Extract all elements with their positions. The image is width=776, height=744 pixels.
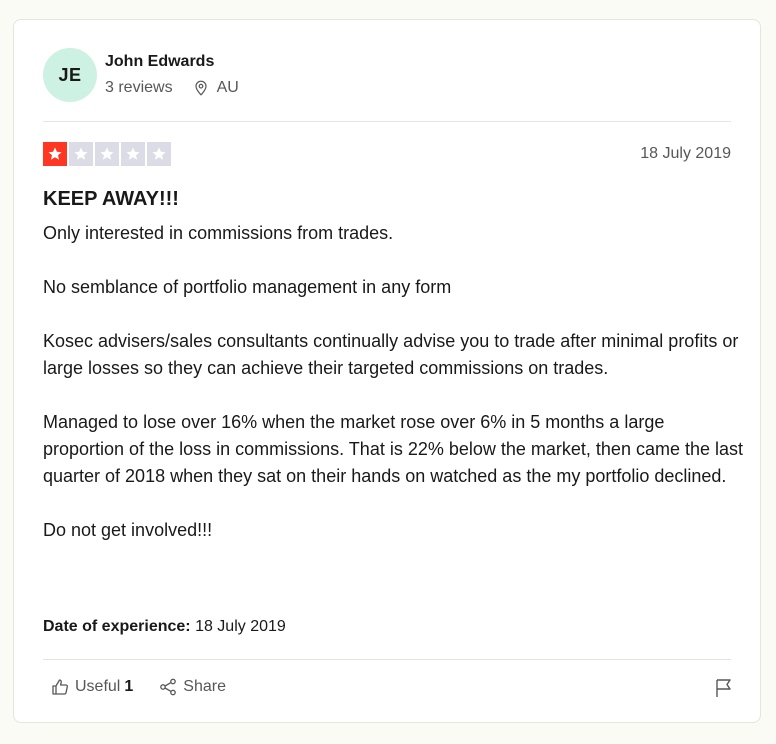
star-rating [43, 142, 171, 166]
useful-count: 1 [124, 678, 134, 695]
share-icon [160, 678, 177, 696]
header-divider [43, 121, 731, 122]
review-paragraph: Do not get involved!!! [43, 520, 213, 540]
useful-label: Useful [75, 678, 121, 695]
location-pin-icon [194, 80, 207, 96]
report-flag-button[interactable] [715, 678, 733, 703]
date-of-experience: Date of experience: 18 July 2019 [43, 617, 286, 637]
consumer-name[interactable]: John Edwards [105, 52, 239, 72]
star-icon [147, 142, 171, 166]
star-icon [43, 142, 67, 166]
avatar[interactable]: JE [43, 48, 97, 102]
star-icon [69, 142, 93, 166]
consumer-header: JE John Edwards 3 reviews AU [43, 48, 239, 102]
country-code: AU [216, 79, 239, 96]
consumer-location: AU [193, 78, 239, 98]
consumer-meta: 3 reviews AU [105, 78, 239, 98]
review-count: 3 reviews [105, 79, 173, 96]
review-paragraph: Managed to lose over 16% when the market… [43, 412, 744, 486]
review-paragraph: No semblance of portfolio management in … [43, 277, 452, 297]
experience-label: Date of experience: [43, 618, 191, 635]
review-paragraph: Kosec advisers/sales consultants continu… [43, 331, 739, 378]
footer-divider [43, 659, 731, 660]
rating-row: 18 July 2019 [43, 142, 731, 166]
useful-button[interactable]: Useful 1 [51, 678, 133, 696]
experience-date: 18 July 2019 [195, 618, 286, 635]
review-body: Only interested in commissions from trad… [43, 220, 743, 544]
review-date: 18 July 2019 [640, 145, 731, 162]
review-title[interactable]: KEEP AWAY!!! [43, 186, 179, 212]
flag-icon [716, 679, 731, 697]
thumbs-up-icon [52, 679, 68, 695]
star-icon [121, 142, 145, 166]
share-label: Share [183, 678, 226, 695]
review-card: JE John Edwards 3 reviews AU 18 July 201… [13, 19, 761, 723]
share-button[interactable]: Share [159, 678, 226, 696]
consumer-info: John Edwards 3 reviews AU [105, 52, 239, 98]
star-icon [95, 142, 119, 166]
review-paragraph: Only interested in commissions from trad… [43, 223, 394, 243]
review-actions: Useful 1 Share [51, 678, 226, 696]
